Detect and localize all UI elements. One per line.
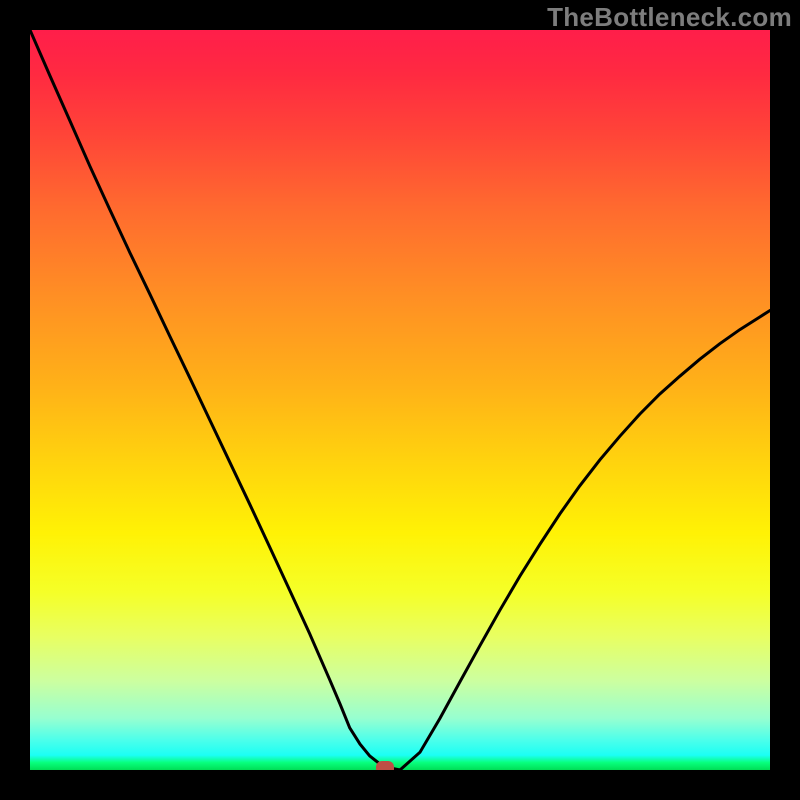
curve-path [30, 30, 770, 770]
min-marker [376, 761, 394, 770]
chart-frame: TheBottleneck.com [0, 0, 800, 800]
plot-area [30, 30, 770, 770]
curve-svg [30, 30, 770, 770]
watermark-text: TheBottleneck.com [547, 2, 792, 33]
